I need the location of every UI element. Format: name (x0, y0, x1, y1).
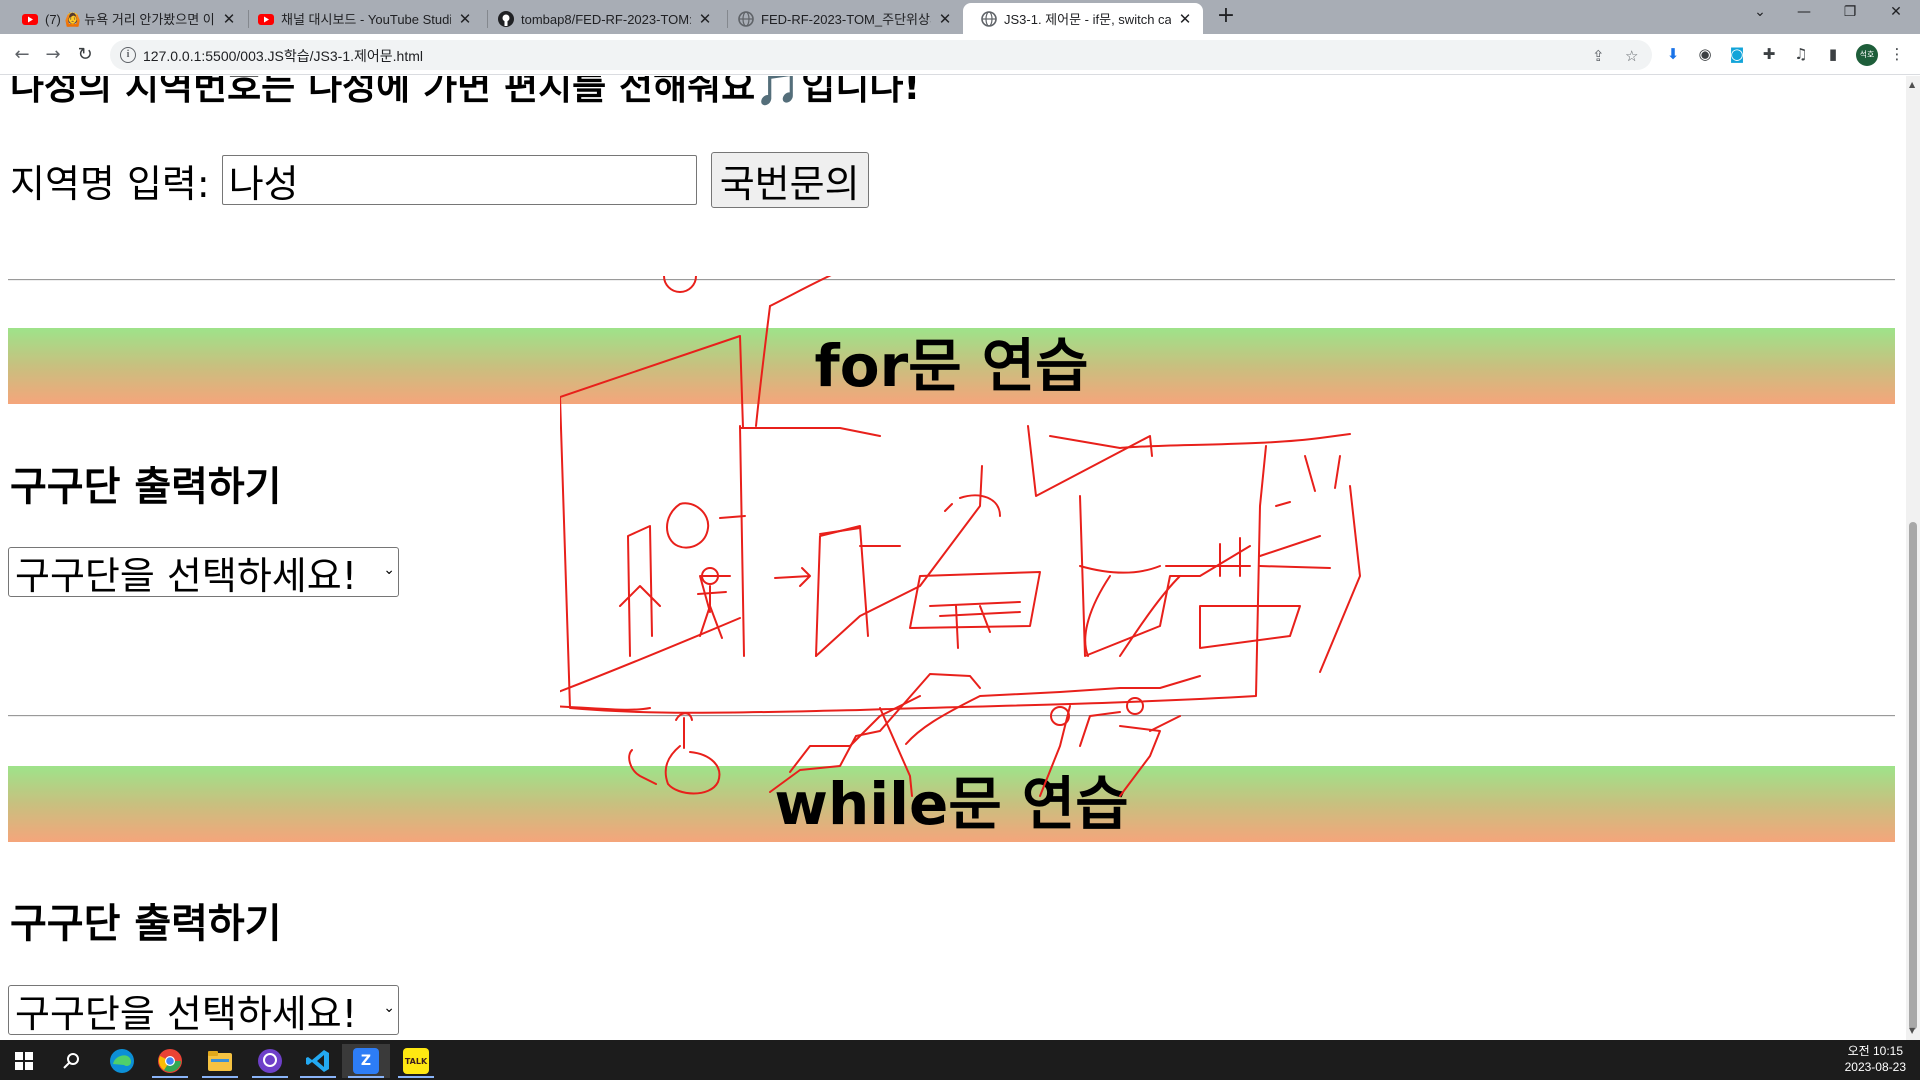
zoomit-icon[interactable]: Z (342, 1044, 390, 1078)
browser-toolbar: ← → ↻ i 127.0.0.1:5500/003.JS학습/JS3-1.제어… (0, 34, 1920, 75)
window-close-icon[interactable]: ✕ (1876, 4, 1916, 20)
url-text[interactable]: 127.0.0.1:5500/003.JS학습/JS3-1.제어문.html (143, 46, 423, 66)
for-gugudan-select[interactable]: 구구단을 선택하세요! ⌄ (8, 547, 399, 598)
running-indicator (202, 1076, 238, 1078)
tab-weekly-detail[interactable]: FED-RF-2023-TOM_주단위상세 ✕ (720, 3, 963, 34)
region-name-input[interactable] (221, 155, 697, 205)
file-explorer-icon[interactable] (196, 1044, 244, 1078)
bookmark-star-icon[interactable]: ☆ (1625, 47, 1638, 65)
zoomit-glyph: Z (353, 1048, 379, 1074)
side-panel-icon[interactable]: ▮ (1824, 45, 1842, 63)
github-icon (498, 10, 514, 27)
chevron-down-icon: ⌄ (383, 1000, 395, 1016)
reload-icon[interactable]: ↻ (73, 43, 97, 67)
tab-label: FED-RF-2023-TOM_주단위상세 (761, 12, 931, 27)
download-extension-icon[interactable]: ⬇ (1664, 45, 1682, 63)
clock-time: 오전 10:15 (1847, 1044, 1904, 1058)
media-control-icon[interactable]: ♫ (1792, 45, 1810, 63)
for-gugudan-heading: 구구단 출력하기 (10, 464, 282, 510)
tab-js3-1-active[interactable]: JS3-1. 제어문 - if문, switch case ✕ (963, 3, 1203, 34)
close-icon[interactable]: ✕ (937, 10, 953, 28)
tab-label: 채널 대시보드 - YouTube Studio (281, 12, 451, 27)
menu-kebab-icon[interactable]: ⋮ (1888, 45, 1906, 63)
restore-icon[interactable]: ❐ (1830, 4, 1870, 20)
tab-youtube-video[interactable]: (7) 🙆 뉴욕 거리 안가봤으면 이 ✕ (4, 3, 247, 34)
tab-label: (7) 🙆 뉴욕 거리 안가봤으면 이 (45, 12, 215, 27)
tab-label: JS3-1. 제어문 - if문, switch case (1004, 12, 1171, 27)
page-scrollbar[interactable]: ▲ ▼ (1906, 76, 1920, 1040)
for-section-title: for문 연습 (814, 332, 1089, 400)
divider (8, 715, 1895, 717)
capture-extension-icon[interactable]: ◉ (1696, 45, 1714, 63)
area-code-result: 나성의 지역번호는 나성에 가면 편지를 전해줘요🎵입니다! (10, 76, 921, 108)
select-value: 구구단을 선택하세요! (15, 991, 357, 1036)
chevron-down-icon: ⌄ (383, 562, 395, 578)
edge-icon[interactable] (98, 1044, 146, 1078)
running-indicator (398, 1076, 434, 1078)
windows-start-icon[interactable] (0, 1044, 48, 1078)
running-indicator (152, 1076, 188, 1078)
minimize-icon[interactable]: — (1784, 4, 1824, 20)
new-tab-button[interactable]: + (1214, 5, 1238, 29)
search-icon[interactable] (48, 1044, 96, 1078)
vscode-icon[interactable] (294, 1044, 342, 1078)
close-icon[interactable]: ✕ (457, 10, 473, 28)
clock-date: 2023-08-23 (1844, 1060, 1906, 1074)
tab-label: tombap8/FED-RF-2023-TOM: 팀 (521, 12, 691, 27)
forward-icon[interactable]: → (41, 43, 65, 67)
youtube-icon (22, 13, 38, 25)
globe-icon (981, 10, 997, 27)
region-query-form: 지역명 입력: 국번문의 (10, 151, 869, 209)
extensions-puzzle-icon[interactable]: ✚ (1760, 45, 1778, 63)
scroll-down-icon[interactable]: ▼ (1909, 1026, 1915, 1035)
divider (8, 279, 1895, 281)
chrome-icon[interactable] (146, 1044, 194, 1078)
globe-icon (738, 10, 754, 27)
running-indicator (348, 1076, 384, 1078)
tab-strip: (7) 🙆 뉴욕 거리 안가봤으면 이 ✕ 채널 대시보드 - YouTube … (0, 0, 1920, 34)
youtube-icon (258, 13, 274, 25)
close-icon[interactable]: ✕ (697, 10, 713, 28)
address-bar[interactable]: i 127.0.0.1:5500/003.JS학습/JS3-1.제어문.html… (110, 40, 1652, 70)
while-section-banner: while문 연습 (8, 766, 1895, 842)
page-viewport: 나성의 지역번호는 나성에 가면 편지를 전해줘요🎵입니다! 지역명 입력: 국… (0, 76, 1906, 1040)
area-code-inquiry-button[interactable]: 국번문의 (710, 152, 869, 208)
select-value: 구구단을 선택하세요! (15, 553, 357, 598)
tab-search-icon[interactable]: ⌄ (1740, 4, 1780, 20)
system-clock[interactable]: 오전 10:15 2023-08-23 (1845, 1043, 1906, 1075)
running-indicator (252, 1076, 288, 1078)
kakaotalk-glyph: TALK (403, 1048, 429, 1074)
github-desktop-icon[interactable] (246, 1044, 294, 1078)
scrollbar-thumb[interactable] (1909, 522, 1917, 1030)
for-section-banner: for문 연습 (8, 328, 1895, 404)
close-icon[interactable]: ✕ (1177, 10, 1193, 28)
color-extension-icon[interactable]: ◙ (1728, 45, 1746, 63)
region-input-label: 지역명 입력: (10, 161, 210, 206)
tab-github[interactable]: tombap8/FED-RF-2023-TOM: 팀 ✕ (480, 3, 723, 34)
back-icon[interactable]: ← (10, 43, 34, 67)
while-section-title: while문 연습 (774, 770, 1129, 838)
while-gugudan-select[interactable]: 구구단을 선택하세요! ⌄ (8, 985, 399, 1036)
kakaotalk-icon[interactable]: TALK (392, 1044, 440, 1078)
tab-youtube-studio[interactable]: 채널 대시보드 - YouTube Studio ✕ (240, 3, 483, 34)
running-indicator (300, 1076, 336, 1078)
windows-taskbar: Z TALK 오전 10:15 2023-08-23 (0, 1040, 1920, 1080)
share-icon[interactable]: ⇪ (1592, 47, 1605, 65)
scroll-up-icon[interactable]: ▲ (1909, 80, 1915, 89)
while-gugudan-heading: 구구단 출력하기 (10, 901, 282, 947)
profile-avatar[interactable]: 석호 (1856, 44, 1878, 66)
site-info-icon[interactable]: i (120, 47, 136, 63)
close-icon[interactable]: ✕ (221, 10, 237, 28)
